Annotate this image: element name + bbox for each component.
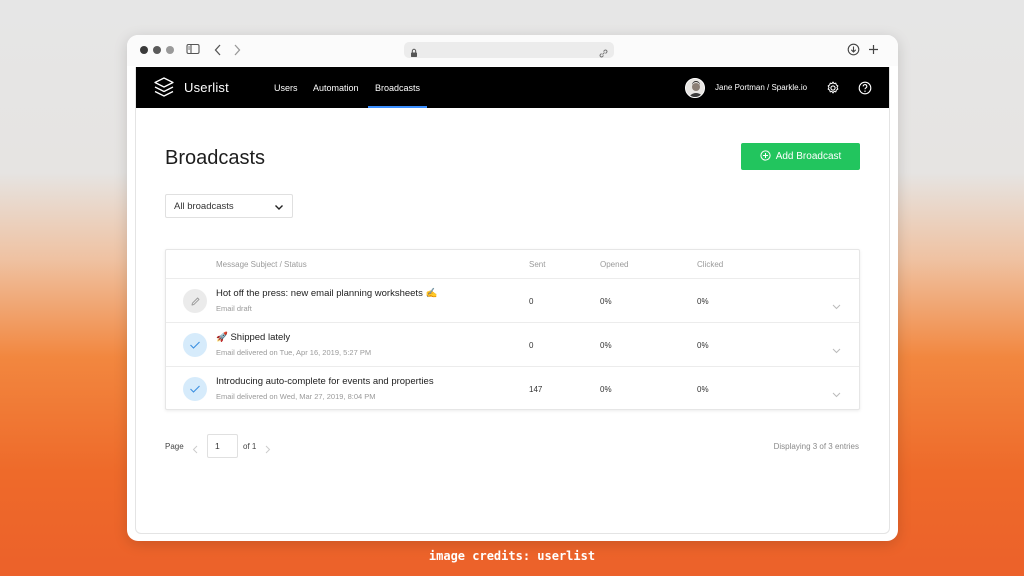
- header-subject: Message Subject / Status: [216, 260, 307, 269]
- row-status: Email delivered on Tue, Apr 16, 2019, 5:…: [216, 348, 372, 357]
- expand-chevron-icon[interactable]: [832, 297, 841, 315]
- row-subject[interactable]: Introducing auto-complete for events and…: [216, 376, 434, 387]
- settings-icon[interactable]: [826, 81, 840, 100]
- top-nav: Userlist Users Automation Broadcasts Jan…: [136, 67, 889, 108]
- avatar[interactable]: [685, 78, 705, 98]
- active-tab-indicator: [368, 106, 427, 108]
- header-clicked: Clicked: [697, 260, 724, 269]
- pagination-page-label: Page: [165, 442, 184, 451]
- previous-page-chevron-icon[interactable]: [192, 441, 198, 459]
- row-status: Email draft: [216, 304, 252, 313]
- sidebar-toggle-icon[interactable]: [186, 43, 200, 55]
- pagination-total-pages: of 1: [243, 442, 257, 451]
- add-broadcast-button[interactable]: Add Broadcast: [741, 143, 860, 170]
- forward-arrow-icon[interactable]: [233, 44, 241, 56]
- new-tab-plus-icon[interactable]: [868, 44, 879, 55]
- table-row[interactable]: Introducing auto-complete for events and…: [166, 366, 859, 410]
- pencil-icon: [183, 289, 207, 313]
- plus-circle-icon: [760, 149, 771, 164]
- header-opened: Opened: [600, 260, 629, 269]
- app-viewport: Userlist Users Automation Broadcasts Jan…: [135, 67, 890, 534]
- row-opened: 0%: [600, 385, 612, 394]
- back-arrow-icon[interactable]: [214, 44, 222, 56]
- row-sent: 0: [529, 297, 534, 306]
- address-bar[interactable]: [404, 42, 614, 58]
- row-status: Email delivered on Wed, Mar 27, 2019, 8:…: [216, 392, 376, 401]
- broadcast-filter-select[interactable]: All broadcasts: [165, 194, 293, 218]
- window-maximize-dot[interactable]: [166, 46, 174, 54]
- nav-link-users[interactable]: Users: [274, 83, 298, 93]
- table-row[interactable]: 🚀 Shipped lately Email delivered on Tue,…: [166, 322, 859, 366]
- row-subject[interactable]: 🚀 Shipped lately: [216, 332, 290, 343]
- row-clicked: 0%: [697, 341, 709, 350]
- row-subject[interactable]: Hot off the press: new email planning wo…: [216, 288, 437, 299]
- page-number-input[interactable]: 1: [207, 434, 238, 458]
- row-sent: 0: [529, 341, 534, 350]
- row-opened: 0%: [600, 341, 612, 350]
- browser-window: Userlist Users Automation Broadcasts Jan…: [127, 35, 898, 541]
- row-clicked: 0%: [697, 297, 709, 306]
- nav-link-automation[interactable]: Automation: [313, 83, 359, 93]
- row-clicked: 0%: [697, 385, 709, 394]
- page-title: Broadcasts: [165, 147, 266, 169]
- row-opened: 0%: [600, 297, 612, 306]
- expand-chevron-icon[interactable]: [832, 341, 841, 359]
- image-credits: image credits: userlist: [428, 549, 596, 563]
- userlist-logo-icon[interactable]: [153, 76, 175, 103]
- entries-count: Displaying 3 of 3 entries: [773, 442, 859, 451]
- brand-name[interactable]: Userlist: [184, 80, 229, 95]
- user-account-name[interactable]: Jane Portman / Sparkle.io: [715, 83, 807, 92]
- next-page-chevron-icon[interactable]: [265, 441, 271, 459]
- lock-icon: [410, 45, 418, 63]
- download-icon[interactable]: [847, 43, 860, 56]
- window-close-dot[interactable]: [140, 46, 148, 54]
- add-broadcast-label: Add Broadcast: [775, 151, 842, 162]
- checkmark-icon: [183, 377, 207, 401]
- help-icon[interactable]: [858, 81, 872, 100]
- window-minimize-dot[interactable]: [153, 46, 161, 54]
- nav-link-broadcasts[interactable]: Broadcasts: [375, 83, 420, 93]
- link-icon[interactable]: [599, 45, 608, 63]
- browser-chrome: [127, 35, 898, 66]
- header-sent: Sent: [529, 260, 546, 269]
- filter-selected-value: All broadcasts: [174, 200, 234, 212]
- expand-chevron-icon[interactable]: [832, 385, 841, 403]
- table-row[interactable]: Hot off the press: new email planning wo…: [166, 278, 859, 322]
- page-number-value: 1: [215, 441, 220, 451]
- chevron-down-icon: [274, 203, 284, 214]
- row-sent: 147: [529, 385, 543, 394]
- broadcasts-table: Message Subject / Status Sent Opened Cli…: [165, 249, 860, 410]
- checkmark-icon: [183, 333, 207, 357]
